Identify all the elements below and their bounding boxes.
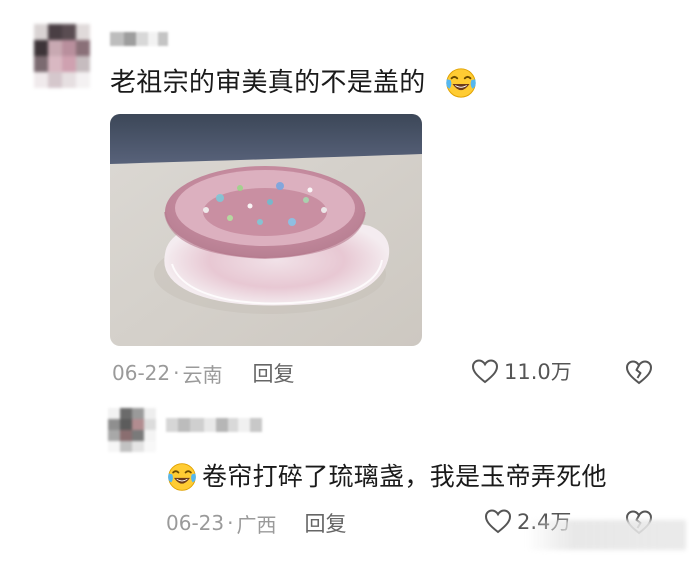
heart-icon [484,509,512,534]
reply-avatar[interactable] [108,408,156,452]
reply-username[interactable] [166,418,262,432]
avatar[interactable] [34,24,90,88]
like-count: 11.0万 [504,360,572,384]
comment-date: 06-22 [112,361,171,385]
face-with-tears-of-joy-icon [446,68,476,98]
meta-separator: · [173,361,180,385]
reply-date: 06-23 [166,511,225,535]
heart-icon [471,359,499,384]
watermark [526,520,686,550]
glass-bowl-photo[interactable] [110,114,422,346]
username[interactable] [110,32,168,46]
reply-button[interactable]: 回复 [252,358,294,388]
reply-text: 卷帘打碎了琉璃盏，我是玉帝弄死他 [202,462,607,491]
reply-location: 广西 [236,512,277,537]
reply-reply-button[interactable]: 回复 [304,508,346,538]
comment-text: 老祖宗的审美真的不是盖的 [110,68,426,98]
reply-text-row: 卷帘打碎了琉璃盏，我是玉帝弄死他 [166,460,607,494]
reply-meta: 06-23 · 广西 回复 [166,508,346,538]
meta-separator: · [227,511,234,535]
like-button[interactable]: 11.0万 [470,356,572,386]
comment-meta: 06-22 · 云南 回复 [112,358,294,388]
comment-location: 云南 [182,362,223,387]
broken-heart-icon[interactable] [624,357,654,387]
face-with-tears-of-joy-icon [168,463,196,491]
